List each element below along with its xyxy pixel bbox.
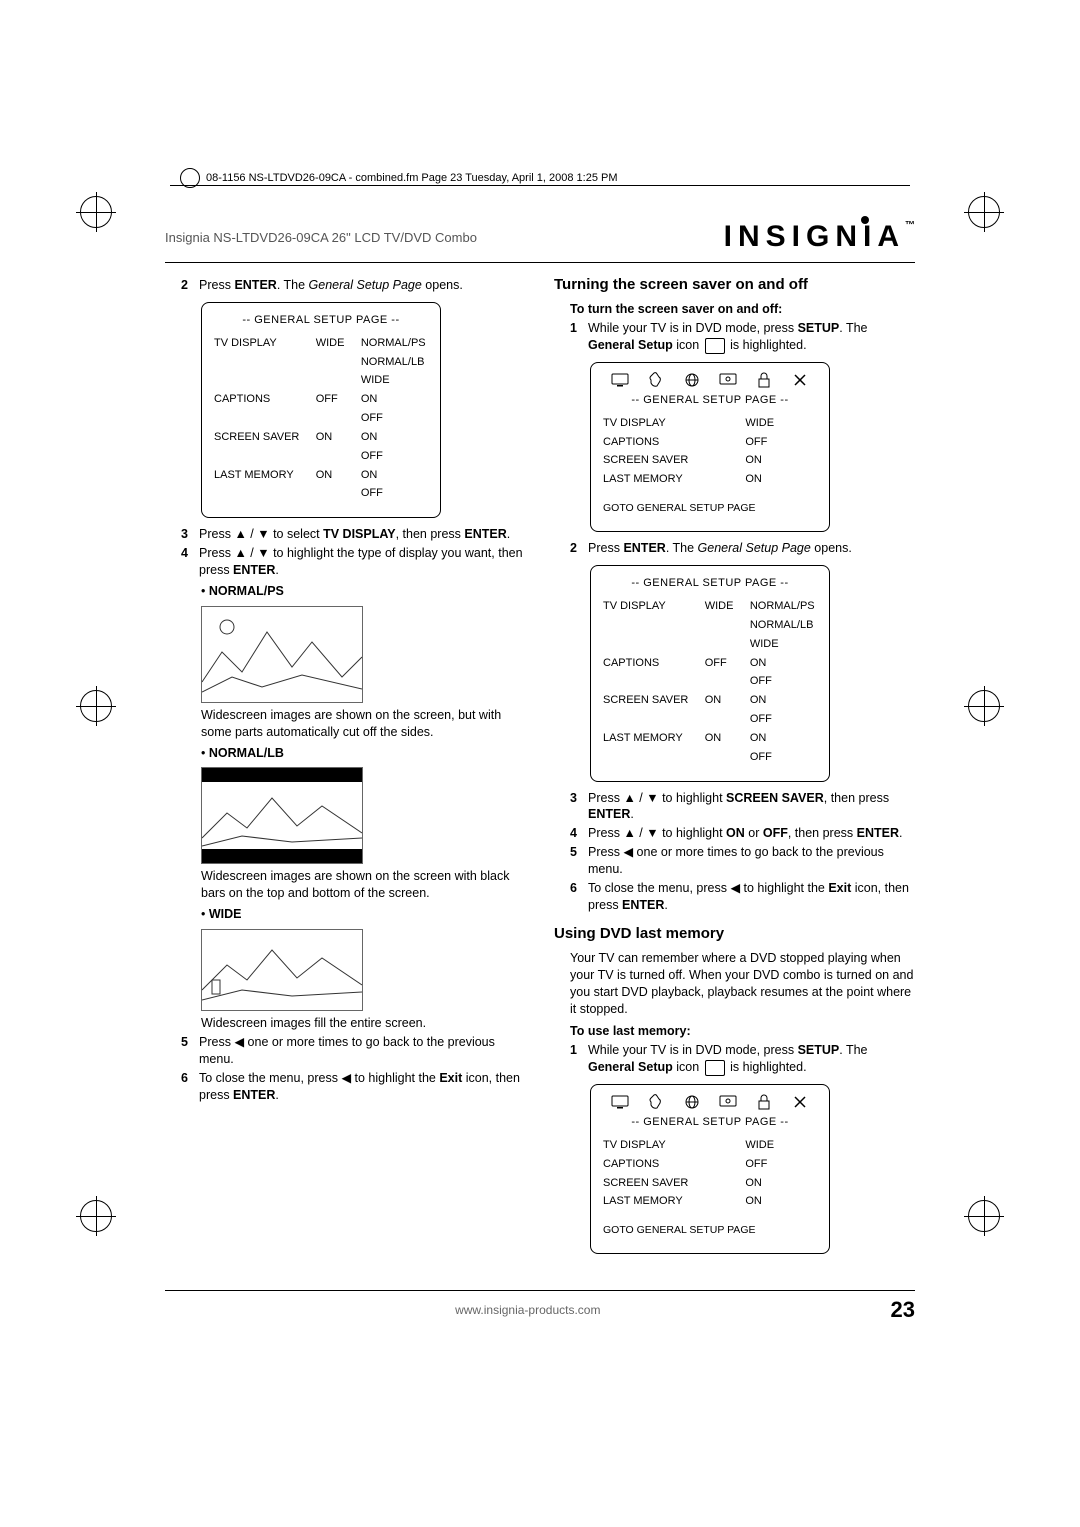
hand-icon bbox=[647, 1095, 665, 1109]
option-description: Widescreen images fill the entire screen… bbox=[201, 1015, 526, 1032]
left-column: 2 Press ENTER. The General Setup Page op… bbox=[165, 275, 526, 1262]
osd-title: -- GENERAL SETUP PAGE -- bbox=[603, 393, 817, 408]
header-rule bbox=[165, 262, 915, 263]
diagram-normal-ps bbox=[201, 606, 363, 703]
procedure-heading: To use last memory: bbox=[570, 1023, 915, 1040]
crop-mark-icon bbox=[80, 690, 112, 722]
step-number: 5 bbox=[570, 844, 582, 878]
globe-icon bbox=[683, 1095, 701, 1109]
step-text: Press ▲ / ▼ to highlight SCREEN SAVER, t… bbox=[588, 790, 915, 824]
left-arrow-icon: ◀ bbox=[341, 1071, 351, 1085]
osd-title: -- GENERAL SETUP PAGE -- bbox=[603, 576, 817, 591]
up-down-arrow-icon: ▲ / ▼ bbox=[623, 826, 658, 840]
option-normal-ps: NORMAL/PS bbox=[209, 584, 284, 598]
option-wide: WIDE bbox=[209, 907, 242, 921]
print-mark-icon bbox=[180, 168, 200, 188]
step-number: 3 bbox=[570, 790, 582, 824]
bullet-icon: • bbox=[201, 907, 205, 921]
step-text: Press ▲ / ▼ to highlight ON or OFF, then… bbox=[588, 825, 915, 842]
right-column: Turning the screen saver on and off To t… bbox=[554, 275, 915, 1262]
option-description: Widescreen images are shown on the scree… bbox=[201, 707, 526, 741]
screen-icon bbox=[705, 1060, 725, 1076]
diagram-wide bbox=[201, 929, 363, 1011]
step-number: 1 bbox=[570, 320, 582, 354]
procedure-heading: To turn the screen saver on and off: bbox=[570, 301, 915, 318]
left-arrow-icon: ◀ bbox=[730, 881, 740, 895]
step-text: To close the menu, press ◀ to highlight … bbox=[588, 880, 915, 914]
crop-mark-icon bbox=[80, 1200, 112, 1232]
step-number: 4 bbox=[570, 825, 582, 842]
brand-logo: INSIGNIA™ bbox=[724, 220, 915, 254]
hand-icon bbox=[647, 373, 665, 387]
exit-icon bbox=[791, 373, 809, 387]
step-number: 1 bbox=[570, 1042, 582, 1076]
osd-general-setup-summary: -- GENERAL SETUP PAGE -- TV DISPLAYWIDE … bbox=[590, 362, 830, 532]
step-text: Press ENTER. The General Setup Page open… bbox=[588, 540, 915, 557]
step-text: Press ENTER. The General Setup Page open… bbox=[199, 277, 526, 294]
globe-icon bbox=[683, 373, 701, 387]
crop-mark-icon bbox=[968, 690, 1000, 722]
step-number: 3 bbox=[181, 526, 193, 543]
section-heading-screensaver: Turning the screen saver on and off bbox=[554, 275, 915, 295]
bullet-icon: • bbox=[201, 584, 205, 598]
step-number: 5 bbox=[181, 1034, 193, 1068]
step-number: 6 bbox=[181, 1070, 193, 1104]
step-text: Press ◀ one or more times to go back to … bbox=[588, 844, 915, 878]
monitor-icon bbox=[719, 373, 737, 387]
bullet-icon: • bbox=[201, 746, 205, 760]
osd-footer: GOTO GENERAL SETUP PAGE bbox=[603, 501, 817, 515]
screen-icon bbox=[705, 338, 725, 354]
step-text: While your TV is in DVD mode, press SETU… bbox=[588, 320, 915, 354]
osd-title: -- GENERAL SETUP PAGE -- bbox=[603, 1115, 817, 1130]
diagram-normal-lb bbox=[201, 767, 363, 864]
exit-icon bbox=[791, 1095, 809, 1109]
section-heading-lastmemory: Using DVD last memory bbox=[554, 924, 915, 944]
step-text: Press ▲ / ▼ to select TV DISPLAY, then p… bbox=[199, 526, 526, 543]
step-text: To close the menu, press ◀ to highlight … bbox=[199, 1070, 526, 1104]
screen-icon bbox=[611, 1095, 629, 1109]
left-arrow-icon: ◀ bbox=[623, 845, 633, 859]
step-text: Press ◀ one or more times to go back to … bbox=[199, 1034, 526, 1068]
print-metadata: 08-1156 NS-LTDVD26-09CA - combined.fm Pa… bbox=[180, 168, 618, 188]
option-description: Widescreen images are shown on the scree… bbox=[201, 868, 526, 902]
option-normal-lb: NORMAL/LB bbox=[209, 746, 284, 760]
osd-general-setup-detail: -- GENERAL SETUP PAGE -- TV DISPLAYWIDEN… bbox=[201, 302, 441, 518]
footer-url: www.insignia-products.com bbox=[455, 1303, 600, 1317]
up-down-arrow-icon: ▲ / ▼ bbox=[234, 527, 269, 541]
step-number: 6 bbox=[570, 880, 582, 914]
body-text: Your TV can remember where a DVD stopped… bbox=[570, 950, 915, 1018]
step-number: 2 bbox=[570, 540, 582, 557]
page-number: 23 bbox=[891, 1297, 915, 1323]
step-number: 2 bbox=[181, 277, 193, 294]
crop-mark-icon bbox=[968, 1200, 1000, 1232]
step-text: Press ▲ / ▼ to highlight the type of dis… bbox=[199, 545, 526, 579]
crop-mark-icon bbox=[80, 196, 112, 228]
brand-dot-icon bbox=[861, 216, 869, 224]
monitor-icon bbox=[719, 1095, 737, 1109]
product-name: Insignia NS-LTDVD26-09CA 26" LCD TV/DVD … bbox=[165, 230, 477, 245]
up-down-arrow-icon: ▲ / ▼ bbox=[623, 791, 658, 805]
lock-icon bbox=[755, 1095, 773, 1109]
trademark: ™ bbox=[905, 220, 915, 231]
osd-general-setup-detail: -- GENERAL SETUP PAGE -- TV DISPLAYWIDEN… bbox=[590, 565, 830, 781]
up-down-arrow-icon: ▲ / ▼ bbox=[234, 546, 269, 560]
brand-text: INSIGNIA bbox=[724, 220, 905, 253]
step-number: 4 bbox=[181, 545, 193, 579]
lock-icon bbox=[755, 373, 773, 387]
step-text: While your TV is in DVD mode, press SETU… bbox=[588, 1042, 915, 1076]
osd-general-setup-summary: -- GENERAL SETUP PAGE -- TV DISPLAYWIDE … bbox=[590, 1084, 830, 1254]
print-meta-text: 08-1156 NS-LTDVD26-09CA - combined.fm Pa… bbox=[206, 172, 618, 184]
osd-footer: GOTO GENERAL SETUP PAGE bbox=[603, 1223, 817, 1237]
screen-icon bbox=[611, 373, 629, 387]
osd-title: -- GENERAL SETUP PAGE -- bbox=[214, 313, 428, 328]
crop-mark-icon bbox=[968, 196, 1000, 228]
left-arrow-icon: ◀ bbox=[234, 1035, 244, 1049]
